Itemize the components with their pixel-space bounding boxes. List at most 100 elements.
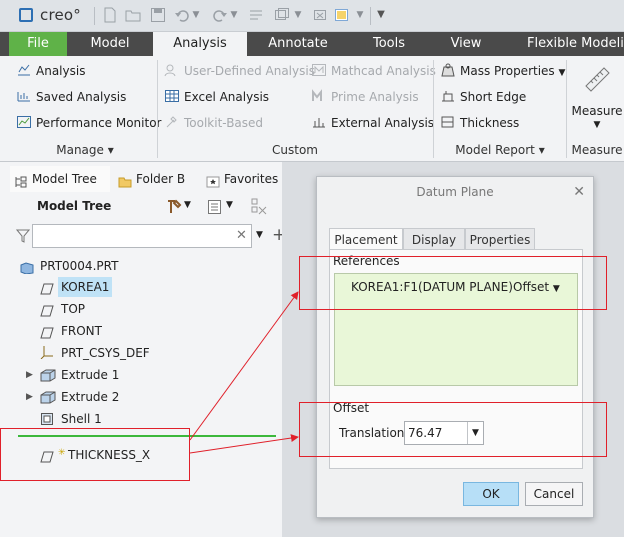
cancel-button[interactable]: Cancel [525,482,583,506]
expand-arrow-icon[interactable]: ▶ [26,387,33,407]
redo-dropdown-icon[interactable]: ▼ [230,7,238,23]
ribbon-separator [433,60,434,158]
tab-tools[interactable]: Tools [349,32,429,56]
part-icon [20,260,34,275]
external-analysis-button[interactable]: External Analysis [311,113,434,133]
redo-icon[interactable] [212,7,228,23]
thickness-button[interactable]: Thickness [440,113,519,133]
tree-item-csys[interactable]: PRT_CSYS_DEF [20,343,160,363]
model-tree-title: Model Tree [37,199,112,213]
toolkit-based-button[interactable]: Toolkit-Based [164,113,263,133]
toolkit-based-icon [164,115,180,129]
model-tree-header: Model Tree ▼ ▼ [10,196,282,220]
close-icon[interactable]: ✕ [573,177,585,207]
user-defined-analysis-button[interactable]: User-Defined Analysis [164,61,315,81]
model-tree-icon [14,172,28,188]
display-icon[interactable] [334,7,350,23]
undo-dropdown-icon[interactable]: ▼ [192,7,200,23]
tab-file[interactable]: File [9,32,67,56]
ok-button[interactable]: OK [463,482,519,506]
saved-analysis-icon [16,89,32,103]
tab-annotate[interactable]: Annotate [247,32,349,56]
group-label-manage[interactable]: Manage ▾ [40,142,130,158]
tree-item-top[interactable]: TOP [20,299,120,319]
tree-settings-dropdown-icon[interactable]: ▼ [184,200,191,210]
mass-properties-dropdown-icon[interactable]: ▼ [559,68,566,78]
excel-analysis-button[interactable]: Excel Analysis [164,87,269,107]
tab-display[interactable]: Display [403,228,465,250]
tree-columns-icon[interactable] [250,197,270,220]
group-label-model-report[interactable]: Model Report ▾ [450,142,550,158]
regenerate-icon[interactable] [248,7,264,23]
datum-plane-icon [40,325,54,339]
mathcad-analysis-button[interactable]: Mathcad Analysis [311,61,436,81]
tab-model-tree[interactable]: Model Tree [10,166,110,192]
datum-plane-icon [40,281,54,295]
tree-settings-icon[interactable] [165,198,183,219]
creo-logo-icon [19,8,33,22]
measure-dropdown-icon[interactable]: ▼ [570,120,624,130]
tree-item-extrude-2[interactable]: ▶ Extrude 2 [20,387,130,407]
search-dropdown-icon[interactable]: ▼ [256,230,263,240]
tree-item-shell-1[interactable]: Shell 1 [20,409,130,429]
annotation-box-offset [299,402,607,457]
annotation-box-references [299,256,607,310]
tree-item-extrude-1[interactable]: ▶ Extrude 1 [20,365,130,385]
tab-placement[interactable]: Placement [329,228,403,251]
ruler-icon [585,67,610,92]
dialog-title: Datum Plane [416,185,494,199]
save-icon[interactable] [150,7,166,23]
extrude-icon [40,368,56,382]
show-icon[interactable] [206,198,224,219]
expand-arrow-icon[interactable]: ▶ [26,365,33,385]
tab-properties[interactable]: Properties [465,228,535,250]
external-analysis-icon [311,115,327,129]
mass-properties-button[interactable]: Mass Properties ▼ [440,61,565,81]
folder-browser-icon [118,172,132,188]
short-edge-button[interactable]: Short Edge [440,87,526,107]
datum-plane-dialog: Datum Plane ✕ Placement Display Properti… [316,176,594,518]
prime-analysis-icon [311,89,327,103]
toolbar-separator [94,7,95,25]
annotation-box-tree [0,428,190,481]
windows-dropdown-icon[interactable]: ▼ [294,7,302,23]
filter-icon[interactable] [15,228,31,247]
csys-icon [40,345,54,360]
tree-search-input[interactable] [32,224,252,248]
tab-favorites[interactable]: Favorites [202,166,282,192]
tab-view[interactable]: View [429,32,503,56]
quick-access-toolbar: creo° ▼ ▼ ▼ ▼ ▼ [0,0,624,32]
tab-model[interactable]: Model [67,32,153,56]
windows-icon[interactable] [274,7,290,23]
clear-search-icon[interactable]: ✕ [236,228,247,243]
undo-icon[interactable] [174,7,190,23]
thickness-icon [440,115,456,129]
short-edge-icon [440,89,456,103]
measure-button[interactable]: Measure ▼ [570,60,624,136]
group-label-custom: Custom [272,143,318,157]
display-dropdown-icon[interactable]: ▼ [356,7,364,23]
performance-monitor-icon [16,115,32,129]
prime-analysis-button[interactable]: Prime Analysis [311,87,419,107]
performance-monitor-button[interactable]: Performance Monitor [16,113,161,133]
saved-analysis-button[interactable]: Saved Analysis [16,87,126,107]
open-icon[interactable] [125,7,141,23]
analysis-icon [16,63,32,77]
excel-analysis-icon [164,89,180,103]
tab-folder-browser[interactable]: Folder B [114,166,200,192]
tree-item-korea1[interactable]: KOREA1 [20,277,120,297]
customize-icon[interactable]: ▼ [376,7,386,23]
left-panel-tabs: Model Tree Folder B Favorites [10,166,282,194]
tab-analysis[interactable]: Analysis [153,32,247,56]
analysis-button[interactable]: Analysis [16,61,85,81]
close-window-icon[interactable] [312,7,328,23]
extrude-icon [40,390,56,404]
show-dropdown-icon[interactable]: ▼ [226,200,233,210]
ribbon-panel: Analysis Saved Analysis Performance Moni… [0,56,624,162]
toolbar-separator [370,7,371,25]
tree-item-part[interactable]: PRT0004.PRT [20,256,140,276]
mathcad-analysis-icon [311,63,327,77]
new-icon[interactable] [102,7,118,23]
tab-flexible-modeling[interactable]: Flexible Modelin [503,32,624,56]
tree-item-front[interactable]: FRONT [20,321,120,341]
